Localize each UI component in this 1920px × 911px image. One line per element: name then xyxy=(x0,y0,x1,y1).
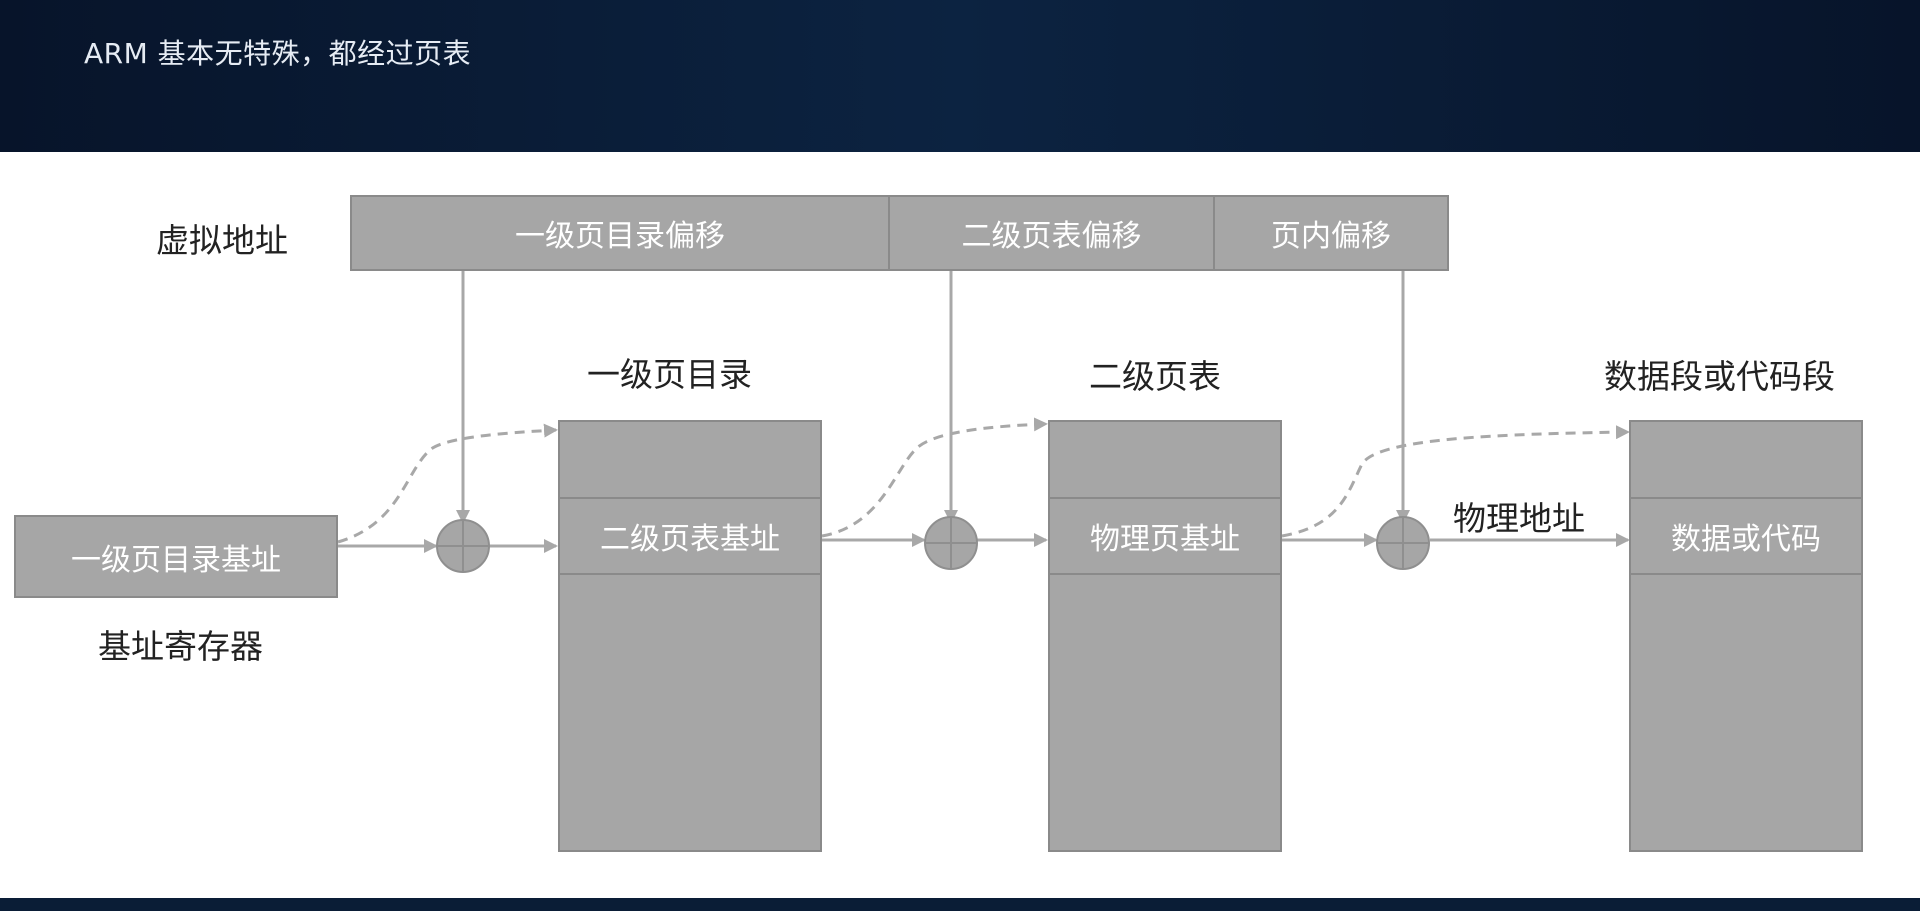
slide-footer xyxy=(0,898,1920,911)
page-table-top-cell xyxy=(1048,420,1282,499)
va-field-dir-offset: 一级页目录偏移 xyxy=(350,195,890,271)
physical-address-label: 物理地址 xyxy=(1453,499,1585,538)
page-table-entry: 物理页基址 xyxy=(1048,497,1282,575)
page-translation-diagram: 虚拟地址 一级页目录偏移 二级页表偏移 页内偏移 一级页目录基址 基址寄存器 一… xyxy=(0,152,1920,898)
va-field-page-offset: 页内偏移 xyxy=(1213,195,1449,271)
data-segment-title: 数据段或代码段 xyxy=(1604,357,1835,396)
virtual-address-label: 虚拟地址 xyxy=(156,221,288,260)
base-register-box: 一级页目录基址 xyxy=(14,515,338,598)
data-segment-bottom-cell xyxy=(1629,573,1863,852)
base-register-label: 基址寄存器 xyxy=(98,627,263,666)
data-segment-entry: 数据或代码 xyxy=(1629,497,1863,575)
page-directory-top-cell xyxy=(558,420,822,499)
page-directory-entry: 二级页表基址 xyxy=(558,497,822,575)
data-segment-top-cell xyxy=(1629,420,1863,499)
page-directory-title: 一级页目录 xyxy=(587,355,752,394)
slide-header: ARM 基本无特殊，都经过页表 xyxy=(0,0,1920,152)
dashed-arrow-to-table xyxy=(821,417,1048,538)
page-table-bottom-cell xyxy=(1048,573,1282,852)
slide-title: ARM 基本无特殊，都经过页表 xyxy=(84,37,472,70)
page-directory-bottom-cell xyxy=(558,573,822,852)
va-field-table-offset: 二级页表偏移 xyxy=(888,195,1215,271)
page-table-title: 二级页表 xyxy=(1089,357,1221,396)
